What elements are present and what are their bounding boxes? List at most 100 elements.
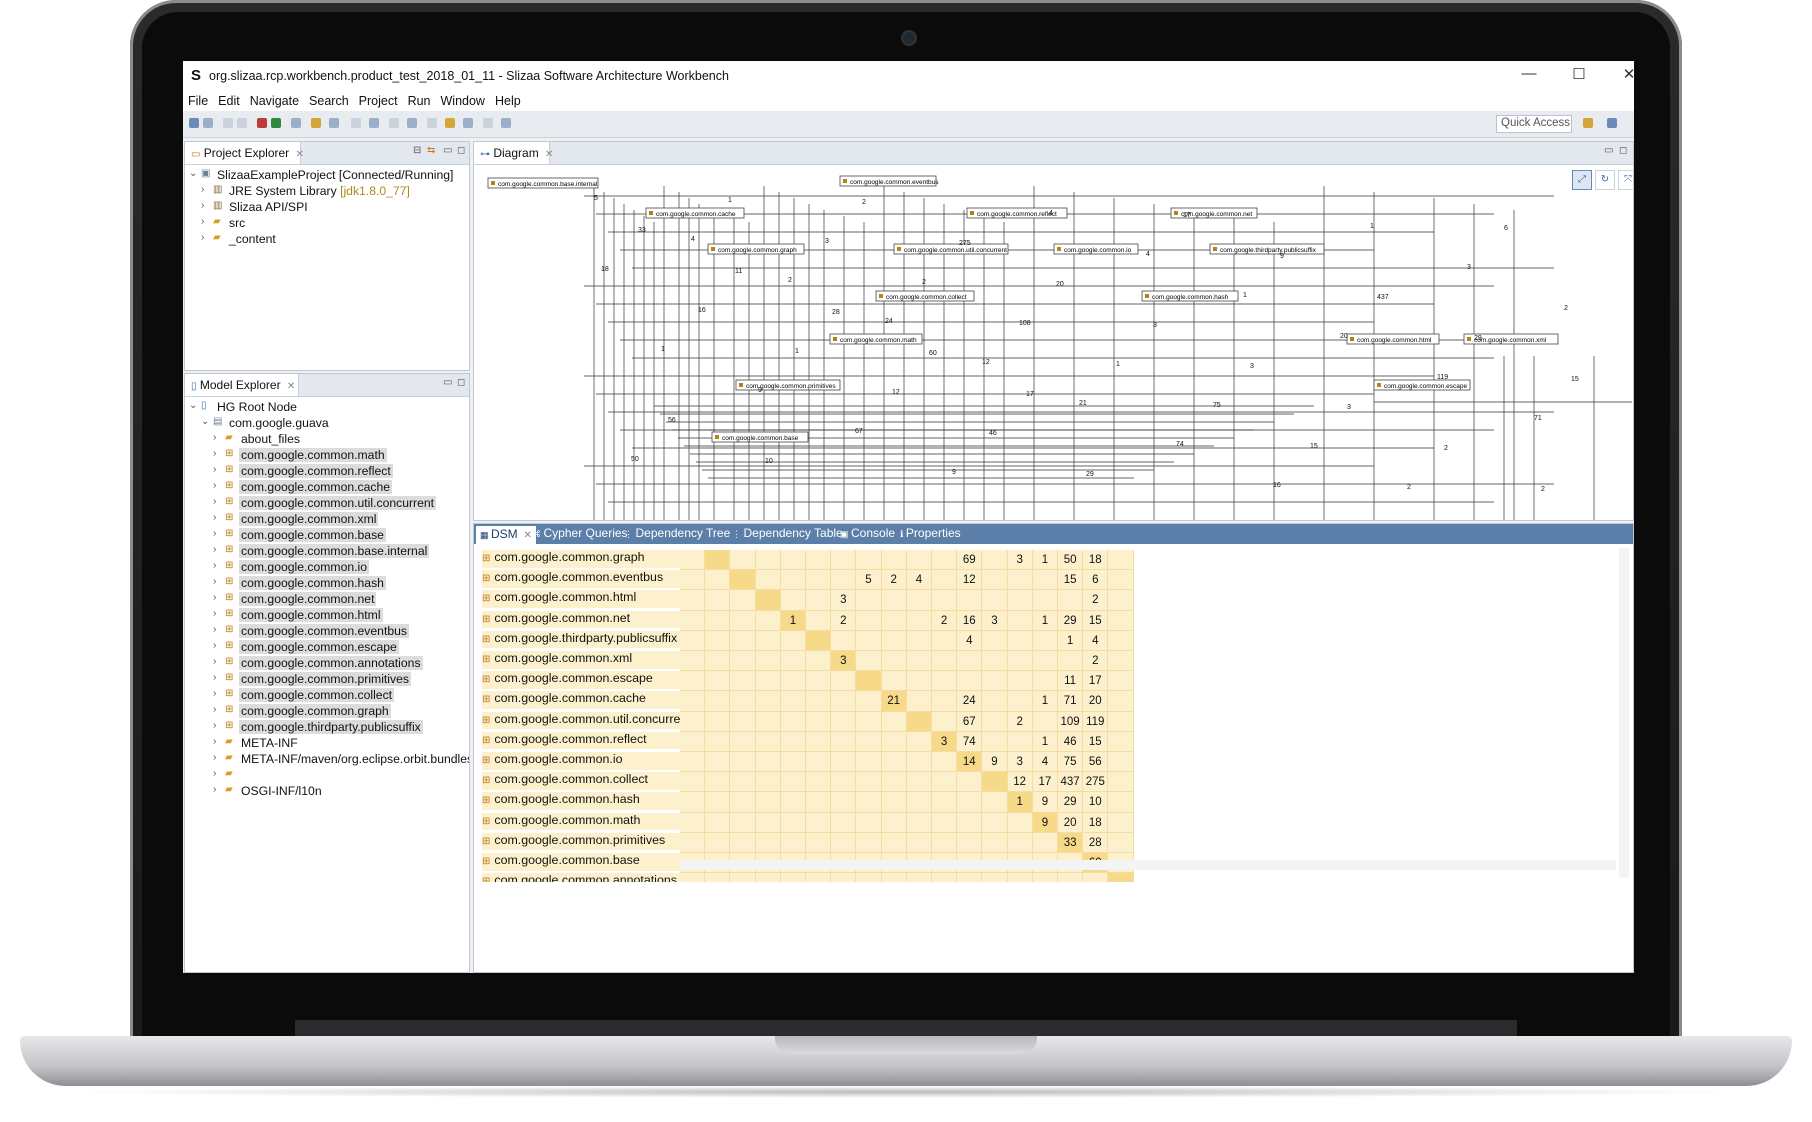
dsm-cell[interactable] bbox=[906, 590, 932, 611]
forward-icon[interactable] bbox=[483, 118, 493, 128]
dsm-cell[interactable] bbox=[932, 651, 958, 672]
dsm-cell[interactable] bbox=[755, 873, 781, 882]
chevron-down-icon[interactable]: ⌄ bbox=[189, 400, 199, 411]
chevron-right-icon[interactable]: › bbox=[213, 624, 223, 635]
tree-item[interactable]: › ⊞ com.google.common.collect bbox=[185, 688, 469, 704]
dsm-cell[interactable] bbox=[1007, 570, 1033, 591]
dsm-cell[interactable] bbox=[806, 812, 832, 833]
diagram-node[interactable]: com.google.common.collect bbox=[875, 290, 975, 302]
close-icon[interactable]: ✕ bbox=[545, 149, 553, 160]
diagram-node[interactable]: com.google.common.html bbox=[1346, 333, 1440, 345]
minimize-button[interactable]: — bbox=[1513, 65, 1545, 87]
dsm-cell[interactable] bbox=[730, 671, 756, 692]
annotation-icon[interactable] bbox=[389, 118, 399, 128]
dsm-cell[interactable] bbox=[957, 832, 983, 853]
dsm-cell[interactable]: 12 bbox=[957, 570, 983, 591]
dsm-cell[interactable] bbox=[780, 691, 806, 712]
dsm-cell[interactable] bbox=[780, 812, 806, 833]
dsm-cell[interactable] bbox=[730, 772, 756, 793]
dsm-cell[interactable] bbox=[806, 792, 832, 813]
dsm-cell[interactable] bbox=[705, 691, 731, 712]
dsm-cell[interactable] bbox=[831, 752, 857, 773]
dsm-cell[interactable]: 9 bbox=[1032, 792, 1058, 813]
dsm-cell[interactable] bbox=[1007, 731, 1033, 752]
dsm-matrix[interactable]: ⊞ com.google.common.graph 69 3 1 50 18 ⊞ com.goo… bbox=[474, 546, 1633, 882]
dsm-cell[interactable] bbox=[881, 792, 907, 813]
dsm-cell[interactable] bbox=[680, 792, 706, 813]
dsm-cell[interactable]: 3 bbox=[831, 651, 857, 672]
diagram-node[interactable]: com.google.common.primitives bbox=[735, 379, 841, 391]
dsm-cell[interactable] bbox=[932, 832, 958, 853]
dsm-cell[interactable] bbox=[780, 550, 806, 571]
chevron-right-icon[interactable]: › bbox=[213, 752, 223, 763]
dsm-cell[interactable]: 12 bbox=[1007, 772, 1033, 793]
dsm-cell[interactable]: 14 bbox=[957, 752, 983, 773]
dsm-cell[interactable] bbox=[705, 711, 731, 732]
diagram-node[interactable]: com.google.common.hash bbox=[1141, 290, 1239, 302]
dsm-cell[interactable]: 1 bbox=[1032, 731, 1058, 752]
dsm-cell[interactable] bbox=[831, 570, 857, 591]
diagram-node[interactable]: com.google.common.eventbus bbox=[839, 175, 939, 187]
dsm-cell[interactable]: 2 bbox=[881, 570, 907, 591]
dsm-cell[interactable] bbox=[856, 550, 882, 571]
diagram-node[interactable]: com.google.common.base.internal bbox=[487, 177, 599, 189]
dsm-cell[interactable] bbox=[755, 711, 781, 732]
dsm-cell[interactable] bbox=[755, 731, 781, 752]
dsm-cell[interactable]: 4 bbox=[906, 570, 932, 591]
dsm-cell[interactable]: 71 bbox=[1058, 691, 1084, 712]
tab-properties[interactable]: ℹ Properties bbox=[900, 526, 961, 540]
diagram-node[interactable]: com.google.common.math bbox=[829, 333, 923, 345]
dsm-cell[interactable]: 67 bbox=[957, 711, 983, 732]
dsm-cell[interactable] bbox=[1007, 873, 1033, 882]
copy-icon[interactable] bbox=[237, 118, 247, 128]
maximize-icon[interactable]: ◻ bbox=[457, 145, 465, 156]
link-editor-icon[interactable]: ⇆ bbox=[427, 145, 435, 156]
chevron-right-icon[interactable]: › bbox=[213, 688, 223, 699]
dropdown-icon[interactable] bbox=[407, 118, 417, 128]
close-icon[interactable]: ✕ bbox=[521, 530, 531, 541]
tab-model-explorer[interactable]: ▯ Model Explorer ✕ bbox=[185, 374, 299, 396]
dsm-cell[interactable] bbox=[1108, 711, 1134, 732]
chevron-right-icon[interactable]: › bbox=[213, 560, 223, 571]
dsm-cell[interactable] bbox=[755, 630, 781, 651]
dsm-cell[interactable]: 46 bbox=[1058, 731, 1084, 752]
dsm-cell[interactable]: 20 bbox=[1058, 812, 1084, 833]
tree-item[interactable]: › ▰ OSGI-INF/l10n bbox=[185, 784, 469, 800]
dsm-cell[interactable]: 50 bbox=[1058, 550, 1084, 571]
dsm-row-label[interactable]: ⊞ com.google.thirdparty.publicsuffix bbox=[482, 630, 680, 649]
chevron-right-icon[interactable]: › bbox=[213, 640, 223, 651]
dsm-cell[interactable] bbox=[932, 570, 958, 591]
tree-item[interactable]: › ⊞ com.google.common.hash bbox=[185, 576, 469, 592]
tree-item[interactable]: › ▥ JRE System Library [jdk1.8.0_77] bbox=[185, 184, 469, 200]
dsm-cell[interactable] bbox=[1108, 752, 1134, 773]
dsm-cell[interactable] bbox=[730, 752, 756, 773]
dsm-row-label[interactable]: ⊞ com.google.common.primitives bbox=[482, 832, 680, 851]
dsm-cell[interactable]: 16 bbox=[957, 610, 983, 631]
dsm-cell[interactable] bbox=[881, 630, 907, 651]
dsm-cell[interactable] bbox=[856, 651, 882, 672]
tree-item[interactable]: › ⊞ com.google.common.primitives bbox=[185, 672, 469, 688]
dsm-cell[interactable] bbox=[856, 792, 882, 813]
dsm-cell[interactable] bbox=[932, 630, 958, 651]
dropdown-icon[interactable] bbox=[369, 118, 379, 128]
dsm-cell[interactable] bbox=[906, 812, 932, 833]
dsm-cell[interactable] bbox=[705, 570, 731, 591]
dsm-cell[interactable] bbox=[957, 772, 983, 793]
dsm-cell[interactable] bbox=[680, 812, 706, 833]
dsm-cell[interactable] bbox=[856, 610, 882, 631]
dsm-cell[interactable] bbox=[755, 812, 781, 833]
dsm-cell[interactable]: 275 bbox=[1083, 772, 1109, 793]
chevron-down-icon[interactable]: ⌄ bbox=[189, 168, 199, 179]
dsm-cell[interactable] bbox=[881, 772, 907, 793]
dsm-cell[interactable] bbox=[1032, 873, 1058, 882]
dsm-cell[interactable] bbox=[957, 651, 983, 672]
dsm-cell[interactable] bbox=[1108, 610, 1134, 631]
dsm-cell[interactable] bbox=[705, 550, 731, 571]
chevron-right-icon[interactable]: › bbox=[213, 528, 223, 539]
dsm-cell[interactable]: 74 bbox=[957, 731, 983, 752]
dsm-cell[interactable] bbox=[906, 651, 932, 672]
dsm-cell[interactable] bbox=[680, 752, 706, 773]
chevron-right-icon[interactable]: › bbox=[201, 216, 211, 227]
dsm-cell[interactable] bbox=[906, 630, 932, 651]
dsm-cell[interactable] bbox=[730, 731, 756, 752]
